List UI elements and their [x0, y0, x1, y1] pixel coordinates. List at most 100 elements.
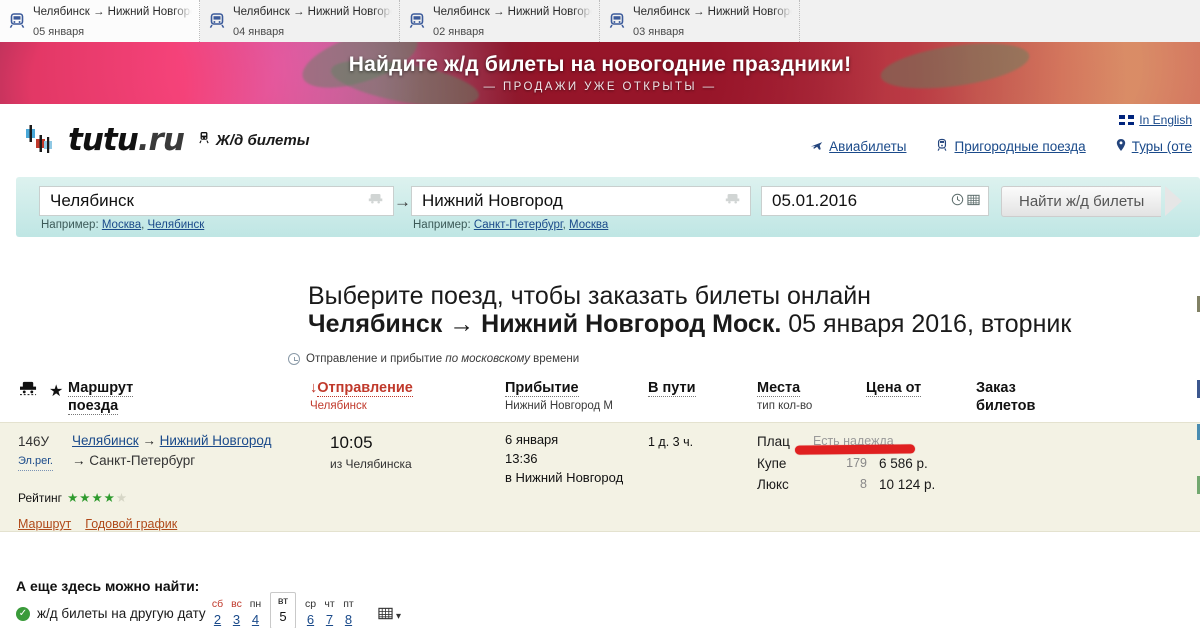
- date-weekday: вс: [231, 598, 242, 610]
- date-option[interactable]: пн 4: [246, 598, 265, 628]
- in-english-link[interactable]: In English: [1139, 113, 1192, 127]
- banner-headline: Найдите ж/д билеты на новогодние праздни…: [348, 53, 852, 76]
- calendar-dropdown-button[interactable]: ▾: [378, 606, 401, 626]
- browser-tab[interactable]: Челябинск → Нижний Новгород 03 января: [600, 0, 800, 42]
- destination-input[interactable]: [420, 190, 718, 212]
- column-header-route[interactable]: Маршрут поезда: [68, 379, 134, 416]
- date-day-link[interactable]: 4: [252, 612, 259, 627]
- nav-item-tours[interactable]: Туры (оте: [1116, 138, 1192, 155]
- browser-tab[interactable]: Челябинск → Нижний Новгород 04 января: [200, 0, 400, 42]
- date-input[interactable]: [770, 190, 951, 212]
- column-header-seats[interactable]: Места тип кол-во: [757, 379, 812, 414]
- tab-text-fade: [573, 0, 599, 42]
- suburban-train-icon: [936, 138, 948, 155]
- chevron-down-icon: ▾: [396, 610, 402, 622]
- calendar-icon[interactable]: [967, 193, 980, 209]
- date-day-link[interactable]: 2: [214, 612, 221, 627]
- browser-tab[interactable]: Челябинск → Нижний Новгород 02 января: [400, 0, 600, 42]
- direction-arrow: →: [394, 192, 411, 211]
- origin-hint: Например: Москва, Челябинск: [41, 219, 205, 231]
- row-links: Маршрут Годовой график: [18, 515, 177, 533]
- calendar-icon: [378, 606, 393, 626]
- route-station-mid[interactable]: Нижний Новгород: [160, 433, 272, 448]
- timezone-note-emphasis: по московскому: [445, 353, 530, 365]
- date-weekday: вт: [277, 595, 289, 607]
- origin-hint-example[interactable]: Москва: [102, 219, 141, 231]
- route-link[interactable]: Маршрут: [18, 515, 71, 533]
- departure-cell: 10:05 из Челябинска: [330, 431, 412, 473]
- browser-tab-subtitle: 04 января: [233, 26, 285, 38]
- table-row[interactable]: 146У Эл.рег. Челябинск → Нижний Новгород…: [0, 422, 1200, 532]
- origin-input[interactable]: [48, 190, 361, 212]
- date-option[interactable]: пт 8: [339, 598, 358, 628]
- page-subtitle-route: Челябинск → Нижний Новгород Моск.: [308, 310, 782, 338]
- origin-field-wrapper[interactable]: [39, 186, 394, 216]
- arrival-time: 13:36: [505, 450, 538, 466]
- browser-tab[interactable]: Челябинск → Нижний Новгород 05 января: [0, 0, 200, 42]
- train-icon: [367, 191, 385, 211]
- column-header-route-label: Маршрут: [68, 380, 134, 397]
- rating-stars[interactable]: ★★★★★: [67, 489, 128, 507]
- column-header-seats-sub: тип кол-во: [757, 400, 813, 413]
- seat-class-row[interactable]: Люкс 8 10 124 р.: [757, 474, 935, 496]
- train-rating: Рейтинг ★★★★★: [18, 489, 128, 507]
- section-label-text: Ж/д билеты: [215, 131, 310, 149]
- browser-tab-subtitle: 02 января: [433, 26, 485, 38]
- date-day-link[interactable]: 7: [326, 612, 333, 627]
- search-panel: → Например: Москва, Челябинск На: [16, 177, 1200, 237]
- language-switcher[interactable]: In English: [1119, 113, 1192, 127]
- timezone-note: Отправление и прибытие по московскому вр…: [288, 353, 579, 365]
- date-weekday: сб: [211, 598, 224, 610]
- page-subtitle-date: 05 января 2016, вторник: [781, 310, 1072, 338]
- clock-icon[interactable]: [951, 193, 964, 209]
- yearly-schedule-link[interactable]: Годовой график: [85, 515, 177, 533]
- tab-text-fade: [373, 0, 399, 42]
- date-option[interactable]: чт 7: [320, 598, 339, 628]
- banner-subline: — ПРОДАЖИ УЖЕ ОТКРЫТЫ —: [483, 81, 717, 93]
- browser-tab-title: Челябинск → Нижний Новгород: [433, 6, 593, 18]
- route-station-from[interactable]: Челябинск: [72, 433, 139, 448]
- other-date-label: ж/д билеты на другую дату: [37, 606, 206, 621]
- date-option[interactable]: сб 2: [208, 598, 227, 628]
- column-header-arrival[interactable]: Прибытие Нижний Новгород М: [505, 379, 613, 414]
- nav-item-suburban[interactable]: Пригородные поезда: [936, 138, 1086, 155]
- destination-hint-example[interactable]: Санкт-Петербург: [474, 219, 563, 231]
- red-underline-annotation: [794, 444, 916, 455]
- search-button-arrow-tip[interactable]: [1165, 186, 1182, 216]
- tutu-logo[interactable]: tutu.ru Ж/д билеты: [24, 122, 310, 158]
- timezone-note-text: Отправление и прибытие: [306, 353, 446, 365]
- date-day-link[interactable]: 8: [345, 612, 352, 627]
- column-header-departure-sub: Челябинск: [310, 400, 367, 413]
- nav-item-avia[interactable]: Авиабилеты: [810, 139, 906, 155]
- date-weekday: пн: [249, 598, 262, 610]
- seat-class-row[interactable]: Купе 179 6 586 р.: [757, 453, 935, 475]
- primary-nav: Авиабилеты Пригородные поезда Туры (оте: [810, 138, 1192, 155]
- seat-class-price: 10 124 р.: [879, 477, 936, 493]
- date-option[interactable]: вс 3: [227, 598, 246, 628]
- seat-class-type: Купе: [757, 455, 787, 471]
- column-header-duration[interactable]: В пути: [648, 379, 696, 397]
- date-option[interactable]: ср 6: [301, 598, 320, 628]
- star-icon[interactable]: ★: [49, 381, 63, 401]
- page-subtitle: Челябинск → Нижний Новгород Моск. 05 янв…: [308, 310, 1071, 339]
- logo-wordmark: tutu.ru: [68, 122, 185, 158]
- origin-hint-example[interactable]: Челябинск: [148, 219, 205, 231]
- electronic-registration-badge[interactable]: Эл.рег.: [18, 454, 53, 471]
- plane-icon: [810, 139, 823, 155]
- date-option-selected[interactable]: вт 5: [270, 592, 296, 628]
- date-field-wrapper[interactable]: [761, 186, 989, 216]
- site-section-label: Ж/д билеты: [198, 131, 310, 149]
- date-pagination: сб 2 вс 3 пн 4 вт 5 ср 6 чт 7 пт 8: [208, 592, 358, 628]
- column-header-price[interactable]: Цена от: [866, 379, 922, 397]
- nav-item-label: Авиабилеты: [829, 139, 907, 154]
- date-day-link[interactable]: 3: [233, 612, 240, 627]
- seat-class-type: Люкс: [757, 477, 789, 493]
- destination-field-wrapper[interactable]: [411, 186, 751, 216]
- promo-banner[interactable]: Найдите ж/д билеты на новогодние праздни…: [0, 42, 1200, 104]
- nav-item-label: Туры (оте: [1131, 139, 1192, 154]
- destination-hint-example[interactable]: Москва: [569, 219, 608, 231]
- date-weekday: чт: [324, 598, 335, 610]
- column-header-departure[interactable]: ↓Отправление Челябинск: [310, 379, 413, 414]
- date-day-link[interactable]: 6: [307, 612, 314, 627]
- search-submit-button[interactable]: Найти ж/д билеты: [1001, 186, 1162, 217]
